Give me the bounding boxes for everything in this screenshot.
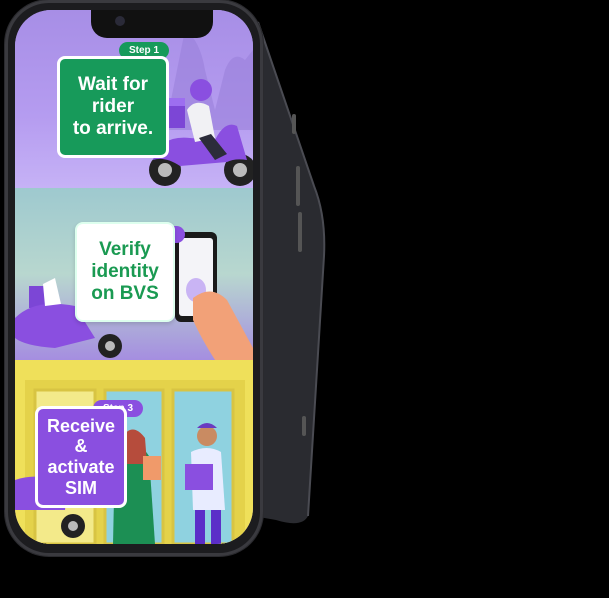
- step-3-text: Receive & activate SIM: [46, 415, 116, 498]
- phone-notch: [91, 10, 213, 38]
- phone-screen: Step 1 Wait for rider to arrive. Verify …: [15, 10, 253, 544]
- step-3-card: Receive & activate SIM: [35, 406, 127, 508]
- step-1-card: Wait for rider to arrive.: [57, 56, 169, 158]
- front-camera-icon: [115, 16, 125, 26]
- step-1-text: Wait for rider to arrive.: [72, 74, 154, 139]
- step-2-card: Verify identity on BVS: [75, 222, 175, 322]
- product-showcase: Step 1 Wait for rider to arrive. Verify …: [0, 0, 609, 598]
- phone-frame: Step 1 Wait for rider to arrive. Verify …: [5, 0, 263, 556]
- step-2-text: Verify identity on BVS: [91, 239, 159, 304]
